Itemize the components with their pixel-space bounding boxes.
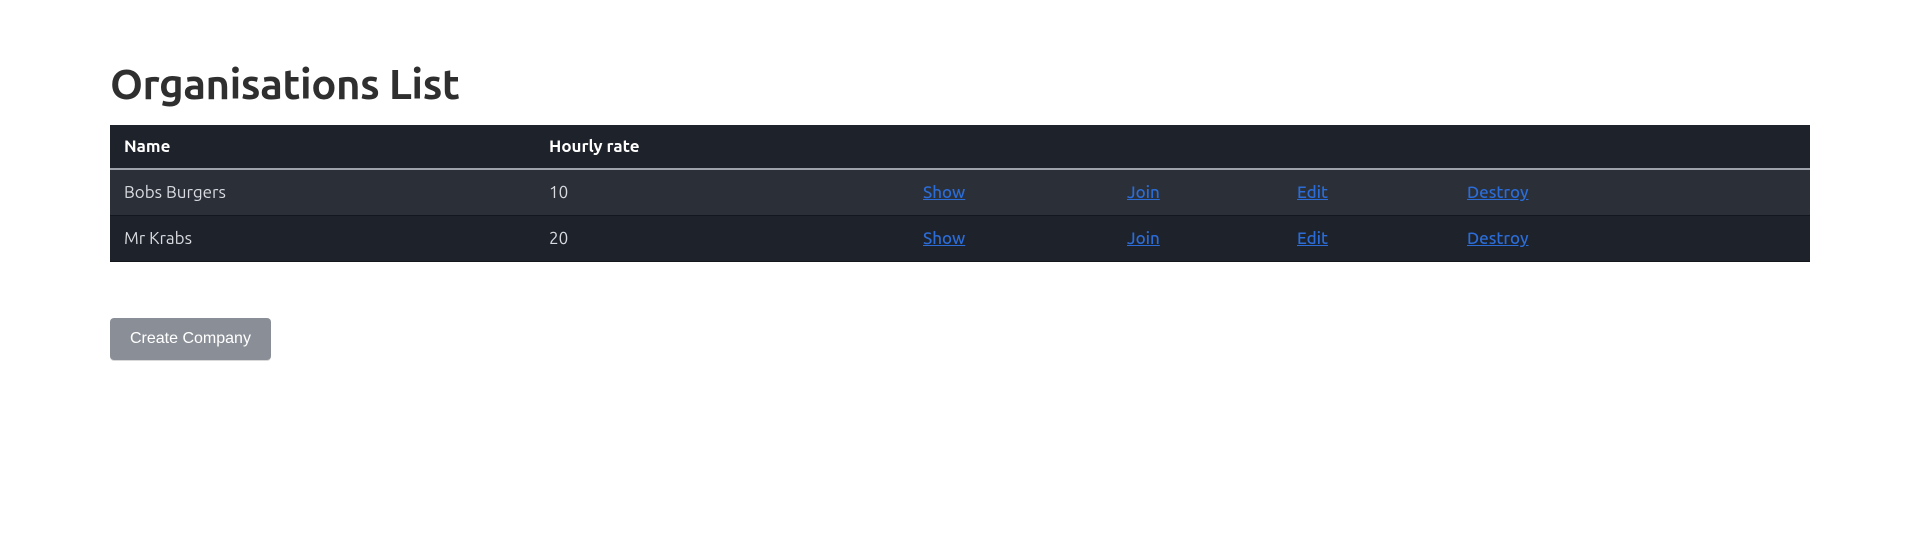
page-title: Organisations List: [110, 60, 1810, 107]
column-header-destroy: [1453, 125, 1810, 169]
cell-edit: Edit: [1283, 169, 1453, 216]
join-link[interactable]: Join: [1127, 229, 1160, 248]
edit-link[interactable]: Edit: [1297, 183, 1328, 202]
cell-hourly-rate: 20: [535, 216, 909, 262]
cell-name: Mr Krabs: [110, 216, 535, 262]
join-link[interactable]: Join: [1127, 183, 1160, 202]
cell-hourly-rate: 10: [535, 169, 909, 216]
cell-join: Join: [1113, 169, 1283, 216]
page-container: Organisations List Name Hourly rate Bobs…: [0, 0, 1920, 400]
cell-destroy: Destroy: [1453, 216, 1810, 262]
cell-join: Join: [1113, 216, 1283, 262]
create-company-button[interactable]: Create Company: [110, 318, 271, 360]
destroy-link[interactable]: Destroy: [1467, 183, 1529, 202]
cell-edit: Edit: [1283, 216, 1453, 262]
table-row: Mr Krabs20 Show Join Edit Destroy: [110, 216, 1810, 262]
table-header: Name Hourly rate: [110, 125, 1810, 169]
show-link[interactable]: Show: [923, 229, 965, 248]
cell-destroy: Destroy: [1453, 169, 1810, 216]
cell-show: Show: [909, 169, 1113, 216]
destroy-link[interactable]: Destroy: [1467, 229, 1529, 248]
edit-link[interactable]: Edit: [1297, 229, 1328, 248]
cell-name: Bobs Burgers: [110, 169, 535, 216]
column-header-edit: [1283, 125, 1453, 169]
cell-show: Show: [909, 216, 1113, 262]
show-link[interactable]: Show: [923, 183, 965, 202]
table-body: Bobs Burgers10ShowJoinEditDestroyMr Krab…: [110, 169, 1810, 262]
column-header-name: Name: [110, 125, 535, 169]
column-header-show: [909, 125, 1113, 169]
column-header-join: [1113, 125, 1283, 169]
table-row: Bobs Burgers10 Show Join Edit Destroy: [110, 169, 1810, 216]
column-header-hourly-rate: Hourly rate: [535, 125, 909, 169]
organisations-table: Name Hourly rate Bobs Burgers10 Show Join E…: [110, 125, 1810, 262]
